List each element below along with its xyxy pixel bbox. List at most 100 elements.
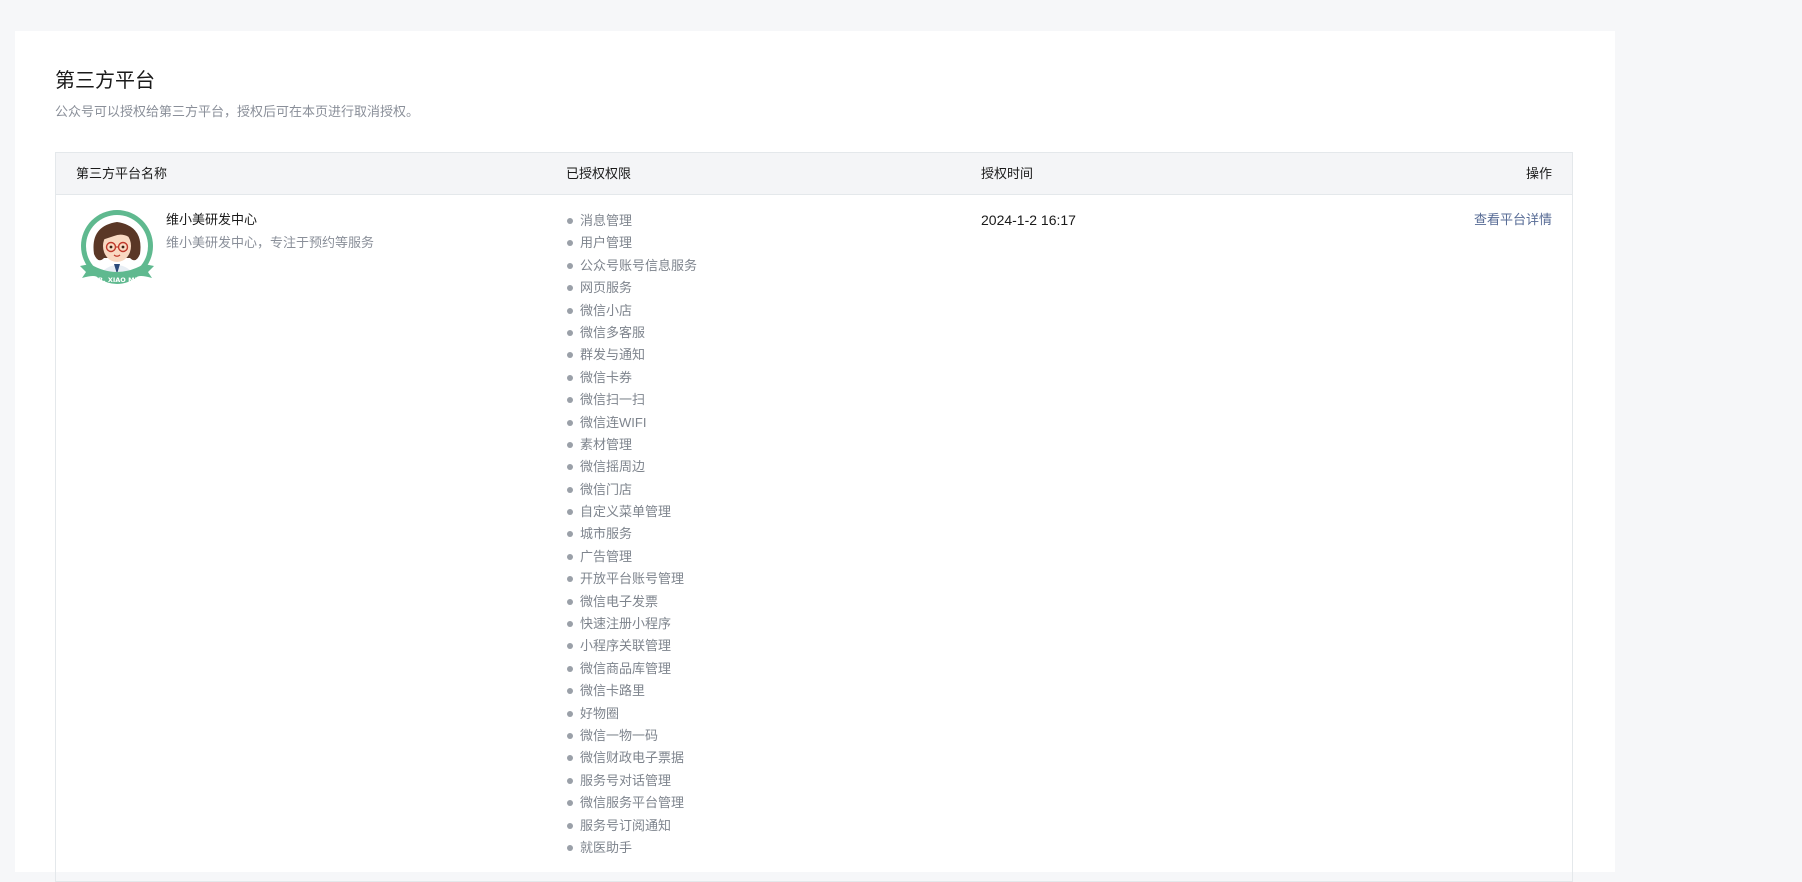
platform-name: 维小美研发中心 (166, 212, 258, 227)
header-platform-name: 第三方平台名称 (76, 166, 168, 181)
permission-item: 微信财政电子票据 (566, 747, 697, 769)
permission-item: 公众号账号信息服务 (566, 255, 697, 277)
permission-item: 微信连WIFI (566, 412, 697, 434)
permission-item: 好物圈 (566, 703, 697, 725)
permission-item: 网页服务 (566, 277, 697, 299)
permission-label: 网页服务 (580, 280, 633, 296)
bullet-icon (567, 598, 573, 605)
permission-label: 公众号账号信息服务 (580, 257, 698, 273)
permission-label: 微信一物一码 (580, 727, 659, 743)
permission-label: 微信财政电子票据 (580, 750, 685, 766)
permission-item: 微信多客服 (566, 322, 697, 344)
permission-item: 微信门店 (566, 479, 697, 501)
bullet-icon (567, 710, 573, 717)
main-card: 第三方平台 公众号可以授权给第三方平台，授权后可在本页进行取消授权。 第三方平台… (15, 31, 1615, 882)
permission-label: 开放平台账号管理 (580, 571, 685, 587)
permission-label: 素材管理 (580, 436, 633, 452)
permission-item: 自定义菜单管理 (566, 501, 697, 523)
bullet-icon (567, 262, 573, 269)
page-title: 第三方平台 (55, 70, 155, 92)
permission-item: 微信一物一码 (566, 725, 697, 747)
bullet-icon (567, 397, 573, 404)
bullet-icon (567, 441, 573, 448)
permission-item: 消息管理 (566, 210, 697, 232)
bullet-icon (567, 307, 573, 314)
bullet-icon (567, 822, 573, 829)
svg-text:DR. XIAO MEI: DR. XIAO MEI (93, 276, 142, 284)
permission-item: 微信摇周边 (566, 456, 697, 478)
permission-item: 素材管理 (566, 434, 697, 456)
permission-item: 微信小店 (566, 300, 697, 322)
permission-label: 群发与通知 (580, 347, 646, 363)
permission-item: 就医助手 (566, 837, 697, 859)
bullet-icon (567, 553, 573, 560)
bullet-icon (567, 240, 573, 247)
permission-label: 微信小店 (580, 302, 633, 318)
platform-avatar: DR. XIAO MEI (80, 210, 154, 284)
permission-label: 微信电子发票 (580, 593, 659, 609)
permission-item: 微信电子发票 (566, 591, 697, 613)
header-permissions: 已授权权限 (566, 166, 632, 181)
bullet-icon (567, 218, 573, 224)
permission-label: 微信门店 (580, 481, 633, 497)
permission-label: 微信商品库管理 (580, 660, 672, 676)
permission-label: 城市服务 (580, 526, 633, 542)
permission-label: 自定义菜单管理 (580, 504, 672, 520)
bullet-icon (567, 576, 573, 583)
permission-label: 微信扫一扫 (580, 392, 646, 408)
permission-label: 微信卡券 (580, 369, 633, 385)
permission-label: 就医助手 (580, 839, 633, 855)
bullet-icon (567, 352, 573, 359)
permission-label: 服务号对话管理 (580, 772, 672, 788)
bullet-icon (567, 329, 573, 336)
bullet-icon (567, 464, 573, 471)
permission-label: 微信连WIFI (580, 414, 647, 430)
bullet-icon (567, 800, 573, 807)
permission-label: 消息管理 (580, 213, 633, 228)
permission-list: 消息管理用户管理公众号账号信息服务 网页服务微信小店微信多客服群发与通知微信卡券微… (566, 210, 697, 859)
permission-label: 微信摇周边 (580, 459, 646, 475)
permission-label: 快速注册小程序 (580, 616, 672, 632)
view-platform-details-link[interactable]: 查看平台详情 (1474, 210, 1552, 230)
auth-time: 2024-1-2 16:17 (981, 212, 1076, 228)
bullet-icon (567, 777, 573, 784)
bullet-icon (567, 755, 573, 762)
permission-item: 微信卡券 (566, 367, 697, 389)
permission-item: 服务号订阅通知 (566, 815, 697, 837)
table-header: 第三方平台名称 已授权权限 授权时间 操作 (56, 153, 1572, 195)
bullet-icon (567, 688, 573, 695)
permission-label: 微信卡路里 (580, 683, 646, 699)
permission-label: 小程序关联管理 (580, 638, 672, 654)
bullet-icon (567, 419, 573, 426)
bullet-icon (567, 621, 573, 628)
permission-label: 广告管理 (580, 548, 633, 564)
permission-item: 用户管理 (566, 232, 697, 254)
permission-item: 微信卡路里 (566, 680, 697, 702)
permission-label: 微信服务平台管理 (580, 795, 685, 811)
bullet-icon (567, 844, 573, 851)
permission-item: 开放平台账号管理 (566, 568, 697, 590)
permission-item: 快速注册小程序 (566, 613, 697, 635)
bullet-icon (567, 374, 573, 381)
bullet-icon (567, 285, 573, 292)
bullet-icon (567, 643, 573, 650)
header-operation: 操作 (1525, 166, 1552, 181)
permission-label: 服务号订阅通知 (580, 817, 672, 833)
header-auth-time: 授权时间 (981, 166, 1034, 181)
bullet-icon (567, 531, 573, 538)
permission-item: 服务号对话管理 (566, 770, 697, 792)
platform-table: 第三方平台名称 已授权权限 授权时间 操作 DR. XIAO MEI 维小美研发… (55, 152, 1573, 882)
permission-label: 用户管理 (580, 235, 633, 251)
permission-item: 微信扫一扫 (566, 389, 697, 411)
bullet-icon (567, 732, 573, 739)
permission-label: 微信多客服 (580, 324, 646, 340)
permission-item: 广告管理 (566, 546, 697, 568)
bullet-icon (567, 665, 573, 672)
table-row: DR. XIAO MEI 维小美研发中心 维小美研发中心，专注于预约等服务 消息… (56, 195, 1572, 881)
permission-item: 群发与通知 (566, 344, 697, 366)
bullet-icon (567, 509, 573, 516)
permission-item: 微信服务平台管理 (566, 792, 697, 814)
permission-item: 微信商品库管理 (566, 658, 697, 680)
permission-item: 城市服务 (566, 523, 697, 545)
page-description: 公众号可以授权给第三方平台，授权后可在本页进行取消授权。 (55, 104, 420, 119)
